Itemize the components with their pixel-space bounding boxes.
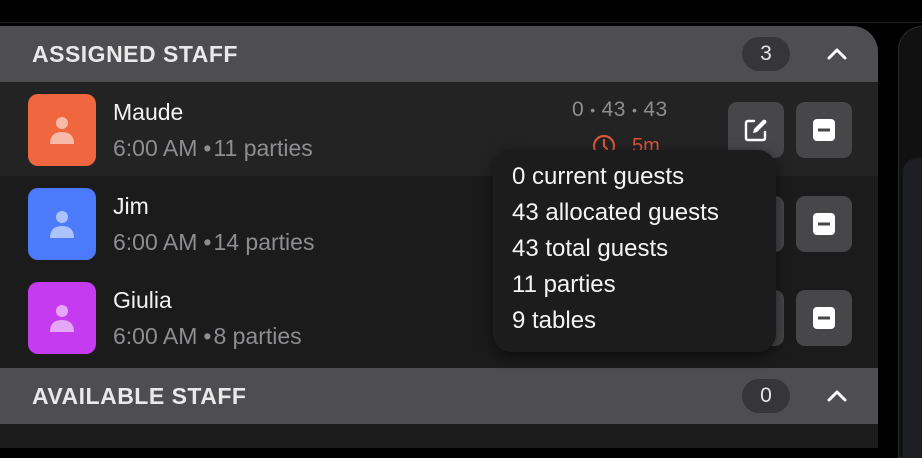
tooltip-tables: 9 tables [512,307,597,334]
party-count: 8 parties [213,323,302,349]
person-icon [50,117,74,144]
tooltip-allocated-guests: 43 allocated guests [512,199,719,226]
remove-button[interactable] [796,290,852,346]
assigned-count-badge: 3 [742,37,790,71]
minus-icon [813,307,835,329]
avatar [28,282,96,354]
allocated-guests-value: 43 [601,98,626,121]
tooltip-parties: 11 parties [512,271,616,298]
remove-button[interactable] [796,196,852,252]
tooltip-current-guests: 0 current guests [512,163,685,190]
staff-name: Maude [113,99,184,125]
separator-dot: • [203,135,212,161]
separator-dot: • [203,323,212,349]
staff-name: Giulia [113,287,172,313]
available-staff-title: AVAILABLE STAFF [32,382,247,409]
minus-icon [813,213,835,235]
person-icon [50,305,74,332]
staff-name: Jim [113,193,149,219]
staff-shift-info: 6:00 AM •14 parties [113,229,314,256]
assigned-staff-title: ASSIGNED STAFF [32,40,238,67]
person-icon [50,211,74,238]
separator-dot: • [631,102,638,119]
minus-icon [813,119,835,141]
guest-stats[interactable]: 0 • 43 • 43 [572,98,668,122]
shift-time: 6:00 AM [113,135,198,161]
staff-shift-info: 6:00 AM •11 parties [113,135,313,162]
total-guests-value: 43 [643,98,668,121]
shift-time: 6:00 AM [113,323,198,349]
separator-dot: • [590,102,596,119]
party-count: 11 parties [213,135,313,161]
available-staff-header[interactable]: AVAILABLE STAFF 0 [0,368,878,424]
avatar [28,188,96,260]
edit-icon [744,119,767,142]
remove-button[interactable] [796,102,852,158]
current-guests-value: 0 [572,98,585,121]
party-count: 14 parties [213,229,315,255]
available-count-badge: 0 [742,379,790,413]
guest-stats-tooltip: 0 current guests 43 allocated guests 43 … [493,150,776,352]
avatar [28,94,96,166]
assigned-staff-header[interactable]: ASSIGNED STAFF 3 [0,26,878,82]
chevron-up-icon[interactable] [820,379,854,413]
adjacent-panel-card [903,158,922,458]
shift-time: 6:00 AM [113,229,198,255]
chevron-up-icon[interactable] [820,37,854,71]
staff-shift-info: 6:00 AM •8 parties [113,323,302,350]
top-bar [0,0,922,23]
separator-dot: • [203,229,212,255]
tooltip-total-guests: 43 total guests [512,235,669,262]
